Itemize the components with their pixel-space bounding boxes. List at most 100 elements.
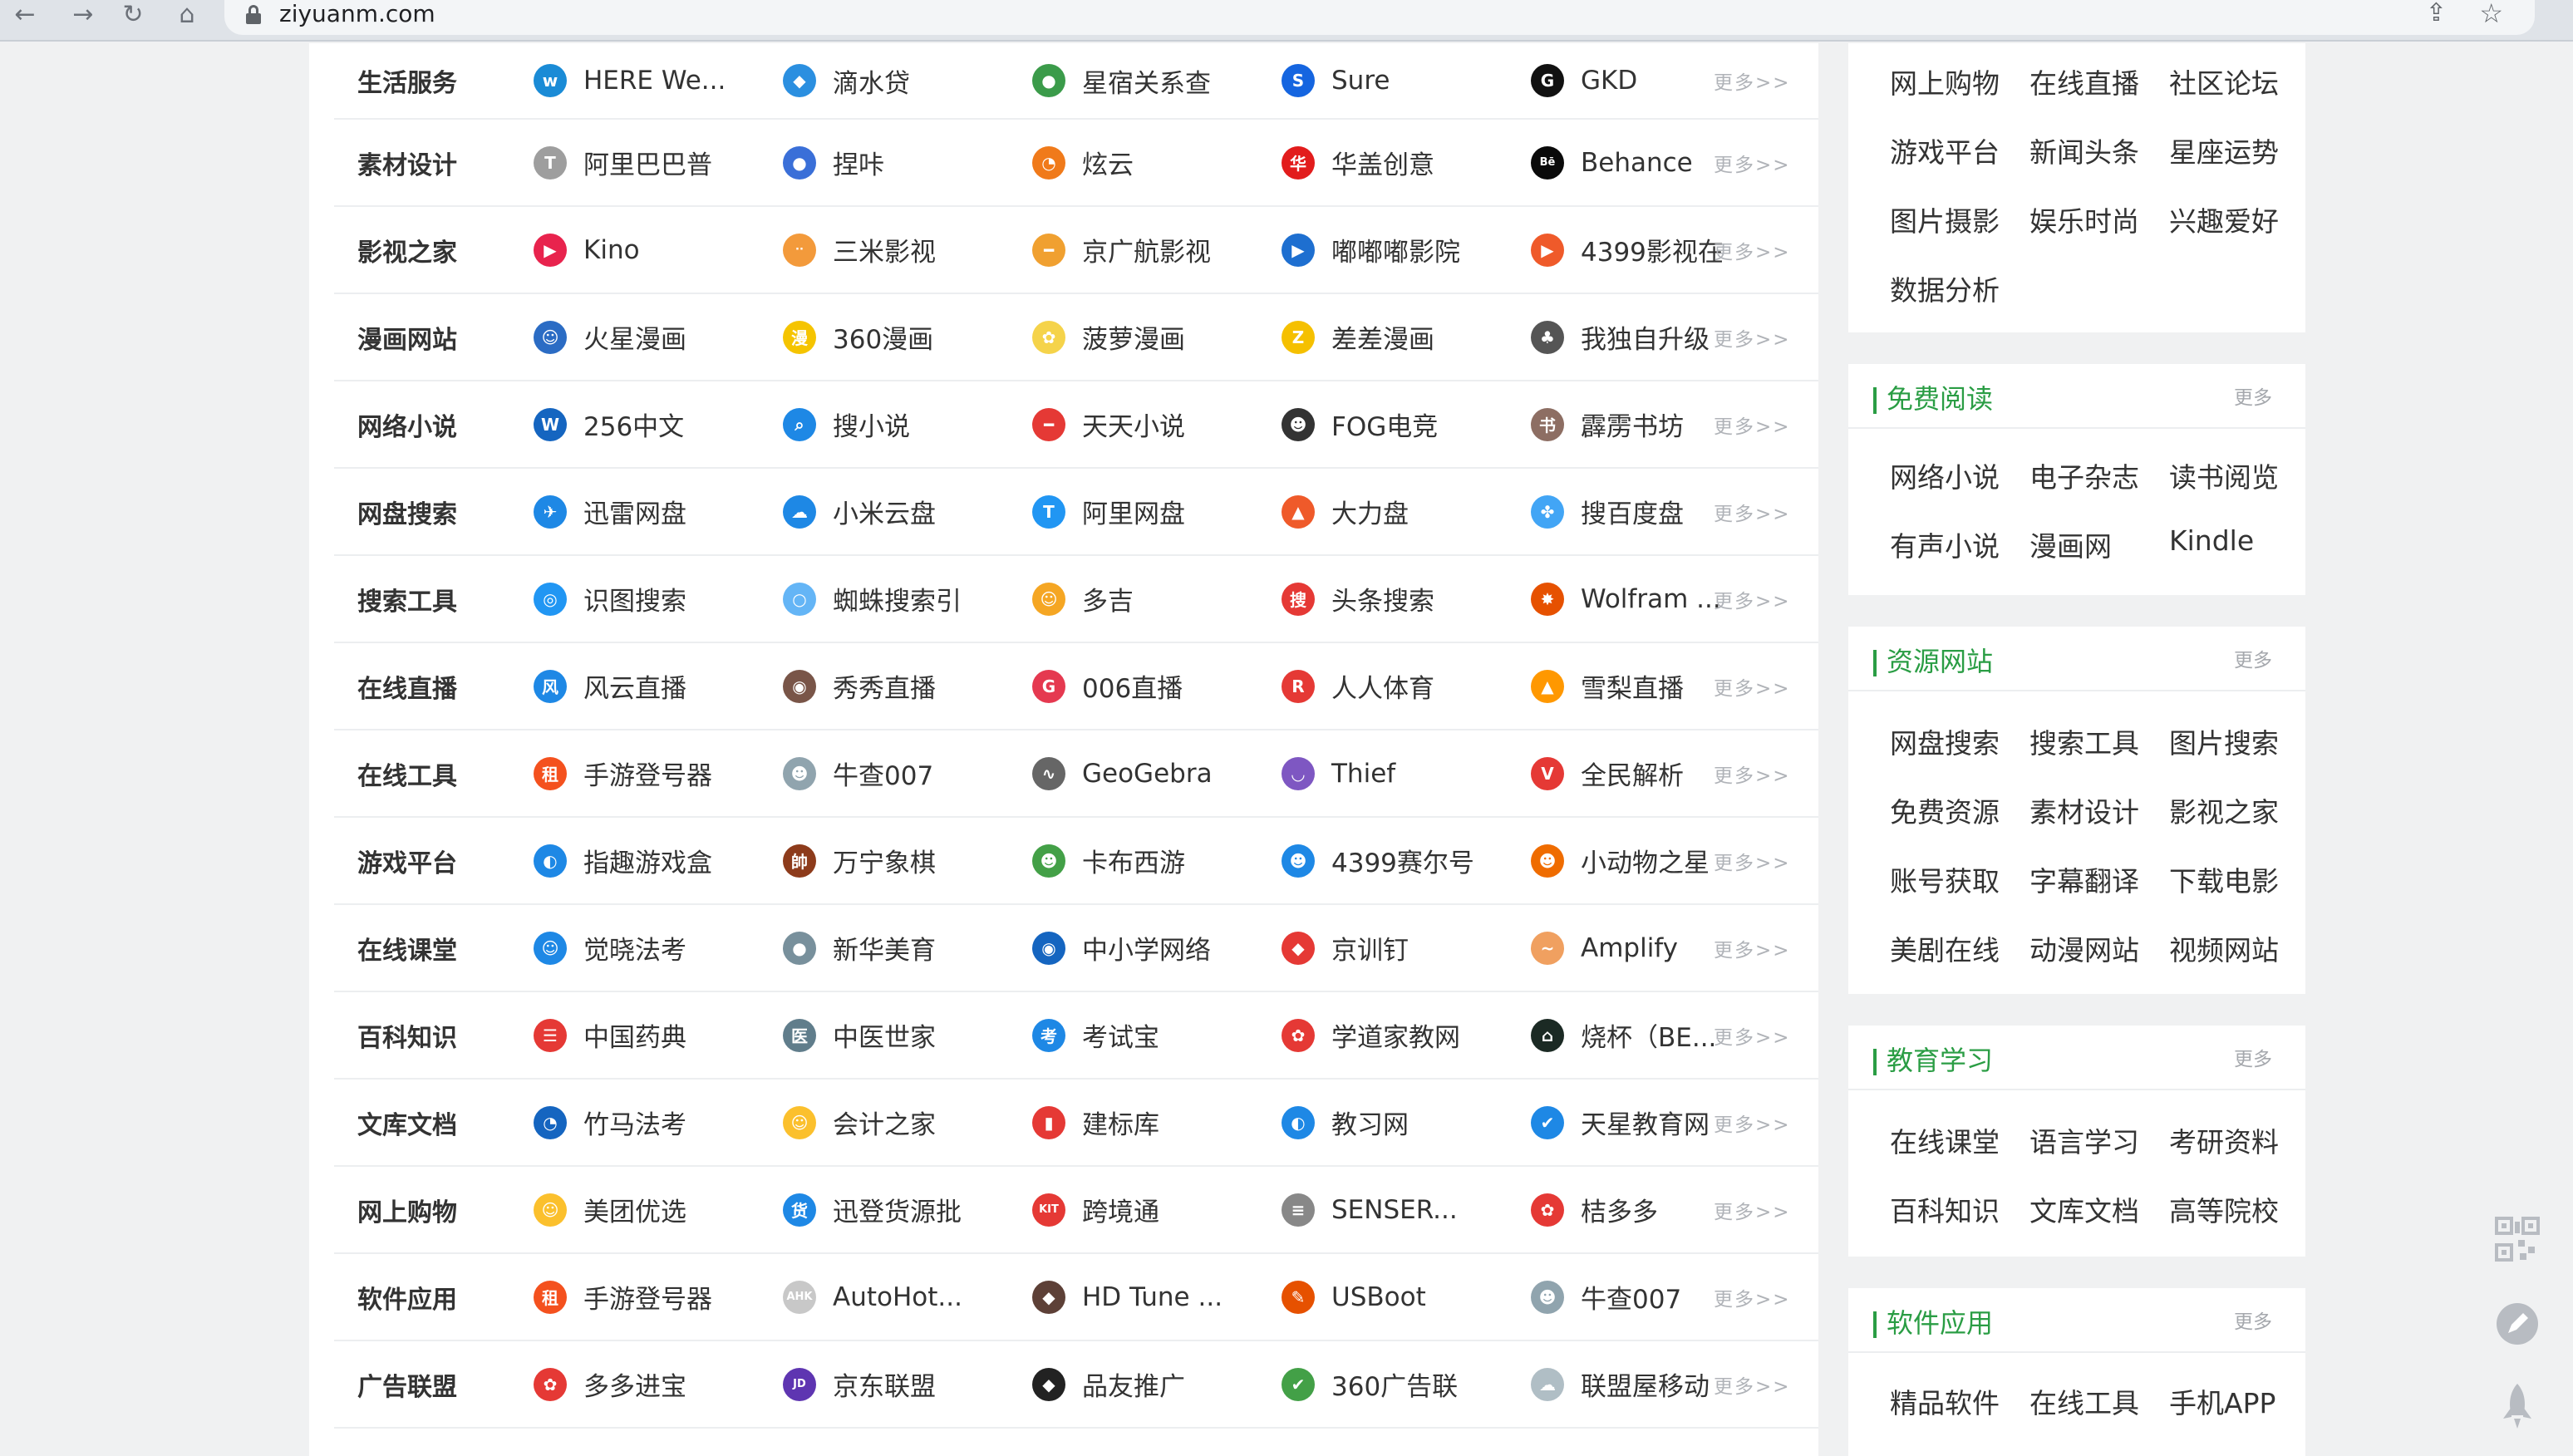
site-link[interactable]: T 阿里巴巴普 [534, 120, 775, 205]
more-link[interactable]: 更多>> [1714, 1254, 1791, 1340]
site-link[interactable]: ◔ 竹马法考 [534, 1080, 775, 1165]
site-link[interactable]: ·· 三米影视 [783, 207, 1024, 293]
lock-icon[interactable] [246, 5, 261, 24]
site-link[interactable]: ☺ 火星漫画 [534, 294, 775, 380]
category-name[interactable]: 影视之家 [357, 207, 499, 293]
more-link[interactable]: 更多>> [1714, 818, 1791, 903]
site-link[interactable]: 考考试宝 [1032, 992, 1273, 1078]
more-link[interactable]: 更多>> [1714, 1167, 1791, 1252]
sidebar-link[interactable]: 美剧在线 [1890, 928, 2031, 968]
more-link[interactable]: 更多 [2234, 1288, 2272, 1356]
site-link[interactable]: W 256中文 [534, 381, 775, 467]
sidebar-link[interactable]: 电子杂志 [2029, 455, 2171, 495]
category-name[interactable]: 广告联盟 [357, 1341, 499, 1427]
site-link[interactable]: ◆ 京训钉 [1282, 905, 1523, 991]
sidebar-link[interactable]: 图片摄影 [1890, 199, 2031, 239]
sidebar-link[interactable]: 娱乐时尚 [2029, 199, 2171, 239]
category-name[interactable]: 网盘搜索 [357, 469, 499, 554]
bookmark-star-icon[interactable]: ☆ [2479, 0, 2503, 28]
site-link[interactable]: ━ 天天小说 [1032, 381, 1273, 467]
site-link[interactable]: ◐ 教习网 [1282, 1080, 1523, 1165]
sidebar-link[interactable]: 星座运势 [2169, 130, 2310, 170]
reload-icon[interactable]: ↻ [116, 0, 150, 33]
sidebar-link[interactable]: 影视之家 [2169, 790, 2310, 830]
more-link[interactable]: 更多>> [1714, 381, 1791, 467]
site-link[interactable]: ✿ 学道家教网 [1282, 992, 1523, 1078]
site-link[interactable]: 医中医世家 [783, 992, 1024, 1078]
sidebar-link[interactable]: 账号获取 [1890, 859, 2031, 899]
site-link[interactable]: ▶ 嘟嘟嘟影院 [1282, 207, 1523, 293]
more-link[interactable]: 更多>> [1714, 207, 1791, 293]
more-link[interactable]: 更多>> [1714, 294, 1791, 380]
site-link[interactable]: ☻ 4399赛尔号 [1282, 818, 1523, 903]
more-link[interactable]: 更多>> [1714, 43, 1791, 118]
site-link[interactable]: JD 京东联盟 [783, 1341, 1024, 1427]
site-link[interactable]: AHK AutoHot... [783, 1254, 1024, 1340]
sidebar-link[interactable]: 考研资料 [2169, 1120, 2310, 1160]
category-name[interactable]: 素材设计 [357, 120, 499, 205]
site-link[interactable]: ▶ Kino [534, 207, 775, 293]
site-link[interactable]: ☺ 美团优选 [534, 1167, 775, 1252]
category-name[interactable]: 软件应用 [357, 1254, 499, 1340]
site-link[interactable]: S Sure [1282, 43, 1523, 118]
site-link[interactable]: ◡ Thief [1282, 730, 1523, 816]
site-link[interactable]: 货迅登货源批 [783, 1167, 1024, 1252]
sidebar-link[interactable]: 新闻头条 [2029, 130, 2171, 170]
category-name[interactable]: 生活服务 [357, 43, 499, 118]
sidebar-link[interactable]: Kindle [2169, 524, 2310, 557]
sidebar-link[interactable]: 游戏平台 [1890, 130, 2031, 170]
more-link[interactable]: 更多>> [1714, 556, 1791, 642]
category-name[interactable]: 在线课堂 [357, 905, 499, 991]
more-link[interactable]: 更多>> [1714, 1080, 1791, 1165]
site-link[interactable]: ◆ 品友推广 [1032, 1341, 1273, 1427]
site-link[interactable]: Z 差差漫画 [1282, 294, 1523, 380]
site-link[interactable]: ● 新华美育 [783, 905, 1024, 991]
sidebar-link[interactable]: 网络小说 [1890, 455, 2031, 495]
site-link[interactable]: KIT 跨境通 [1032, 1167, 1273, 1252]
site-link[interactable]: 租手游登号器 [534, 730, 775, 816]
site-link[interactable]: ○ 蜘蛛搜索引 [783, 556, 1024, 642]
site-link[interactable]: 华华盖创意 [1282, 120, 1523, 205]
sidebar-link[interactable]: 素材设计 [2029, 790, 2171, 830]
site-link[interactable]: ● 星宿关系查 [1032, 43, 1273, 118]
site-link[interactable]: ✎ USBoot [1282, 1254, 1523, 1340]
more-link[interactable]: 更多>> [1714, 643, 1791, 729]
site-link[interactable]: ☁ 小米云盘 [783, 469, 1024, 554]
sidebar-link[interactable]: 免费资源 [1890, 790, 2031, 830]
site-link[interactable]: ▲ 大力盘 [1282, 469, 1523, 554]
sidebar-link[interactable]: 图片搜索 [2169, 721, 2310, 761]
site-link[interactable]: T 阿里网盘 [1032, 469, 1273, 554]
site-link[interactable]: ☺ 多吉 [1032, 556, 1273, 642]
sidebar-link[interactable]: 读书阅览 [2169, 455, 2310, 495]
edit-icon[interactable] [2490, 1296, 2545, 1351]
share-icon[interactable]: ⇪ [2426, 0, 2447, 28]
sidebar-link[interactable]: 社区论坛 [2169, 61, 2310, 101]
category-name[interactable]: 在线直播 [357, 643, 499, 729]
site-link[interactable]: ⌕ 搜小说 [783, 381, 1024, 467]
site-link[interactable]: R 人人体育 [1282, 643, 1523, 729]
qr-code-icon[interactable] [2490, 1212, 2545, 1267]
site-link[interactable]: 风风云直播 [534, 643, 775, 729]
sidebar-link[interactable]: 漫画网 [2029, 524, 2171, 564]
category-name[interactable]: 网上购物 [357, 1167, 499, 1252]
site-link[interactable]: ◎ 识图搜索 [534, 556, 775, 642]
rocket-icon[interactable] [2490, 1380, 2545, 1434]
site-link[interactable]: ☰ 中国药典 [534, 992, 775, 1078]
site-link[interactable]: ☻ 牛查007 [783, 730, 1024, 816]
sidebar-link[interactable]: 语言学习 [2029, 1120, 2171, 1160]
sidebar-link[interactable]: 字幕翻译 [2029, 859, 2171, 899]
sidebar-link[interactable]: 有声小说 [1890, 524, 2031, 564]
site-link[interactable]: 搜头条搜索 [1282, 556, 1523, 642]
forward-arrow-icon[interactable]: → [66, 0, 100, 33]
sidebar-link[interactable]: 视频网站 [2169, 928, 2310, 968]
more-link[interactable]: 更多>> [1714, 992, 1791, 1078]
more-link[interactable]: 更多 [2234, 1026, 2272, 1094]
site-link[interactable]: ◔ 炫云 [1032, 120, 1273, 205]
sidebar-link[interactable]: 兴趣爱好 [2169, 199, 2310, 239]
site-link[interactable]: ✔ 360广告联 [1282, 1341, 1523, 1427]
site-link[interactable]: ☻ 卡布西游 [1032, 818, 1273, 903]
site-link[interactable]: 漫 360漫画 [783, 294, 1024, 380]
site-link[interactable]: 租手游登号器 [534, 1254, 775, 1340]
more-link[interactable]: 更多>> [1714, 905, 1791, 991]
site-link[interactable]: ◐ 指趣游戏盒 [534, 818, 775, 903]
